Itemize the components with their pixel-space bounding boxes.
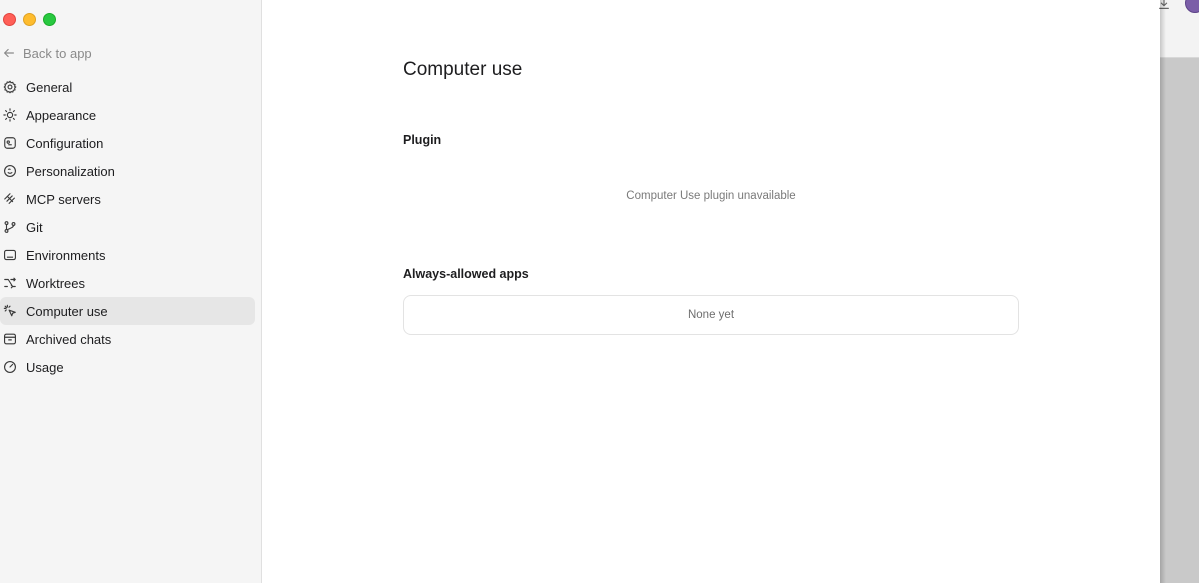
- sidebar-item-appearance[interactable]: Appearance: [0, 101, 255, 129]
- mcp-icon: [4, 193, 15, 204]
- sidebar-item-general[interactable]: General: [0, 73, 255, 101]
- sidebar-item-archived-chats[interactable]: Archived chats: [0, 325, 255, 353]
- plugin-status-text: Computer Use plugin unavailable: [626, 190, 796, 202]
- sidebar-item-label: MCP servers: [26, 191, 101, 207]
- sidebar-item-personalization[interactable]: Personalization: [0, 157, 255, 185]
- sidebar-item-environments[interactable]: Environments: [0, 241, 255, 269]
- sidebar-item-usage[interactable]: Usage: [0, 353, 255, 381]
- sidebar-item-label: Computer use: [26, 303, 108, 319]
- sidebar-item-git[interactable]: Git: [0, 213, 255, 241]
- sidebar-item-label: Usage: [26, 359, 64, 375]
- plugin-section-label: Plugin: [403, 133, 442, 147]
- window-shadow: [1160, 0, 1166, 583]
- close-window-button[interactable]: [3, 13, 16, 26]
- always-allowed-apps-list: None yet: [403, 295, 1019, 335]
- arrow-left-icon: [4, 48, 14, 58]
- palette-icon: [4, 165, 16, 177]
- sidebar-item-label: Personalization: [26, 163, 115, 179]
- sidebar-item-label: Archived chats: [26, 331, 112, 347]
- sidebar-item-label: Git: [26, 219, 43, 235]
- sun-icon: [3, 108, 17, 122]
- sliders-icon: [4, 137, 16, 149]
- minimize-window-button[interactable]: [23, 13, 36, 26]
- page-title: Computer use: [403, 59, 523, 80]
- settings-nav: General Appearance Configuration Persona…: [0, 73, 255, 381]
- always-allowed-apps-label: Always-allowed apps: [403, 267, 529, 281]
- back-to-app-link[interactable]: Back to app: [2, 44, 92, 62]
- back-to-app-label: Back to app: [23, 45, 92, 61]
- settings-window: Back to app General Appearance Configura…: [0, 0, 1199, 583]
- zoom-window-button[interactable]: [43, 13, 56, 26]
- sidebar: Back to app General Appearance Configura…: [0, 0, 262, 583]
- sidebar-item-computer-use[interactable]: Computer use: [0, 297, 255, 325]
- sidebar-item-label: Appearance: [26, 107, 97, 123]
- sidebar-item-label: Environments: [26, 247, 106, 263]
- terminal-icon: [4, 249, 16, 261]
- sidebar-item-label: Configuration: [26, 135, 104, 151]
- sidebar-item-label: General: [26, 79, 73, 95]
- worktree-icon: [4, 277, 16, 289]
- empty-state-text: None yet: [687, 309, 735, 321]
- gear-icon: [3, 80, 17, 94]
- sidebar-item-label: Worktrees: [26, 275, 85, 291]
- avatar: [1185, 0, 1199, 13]
- git-branch-icon: [4, 221, 16, 233]
- archive-icon: [4, 333, 16, 345]
- sidebar-item-configuration[interactable]: Configuration: [0, 129, 255, 157]
- sidebar-item-mcp-servers[interactable]: MCP servers: [0, 185, 255, 213]
- window-controls: [3, 13, 56, 26]
- cursor-click-icon: [3, 304, 16, 317]
- gauge-icon: [4, 361, 16, 373]
- sidebar-item-worktrees[interactable]: Worktrees: [0, 269, 255, 297]
- settings-content: Computer use Plugin Computer Use plugin …: [262, 0, 1160, 583]
